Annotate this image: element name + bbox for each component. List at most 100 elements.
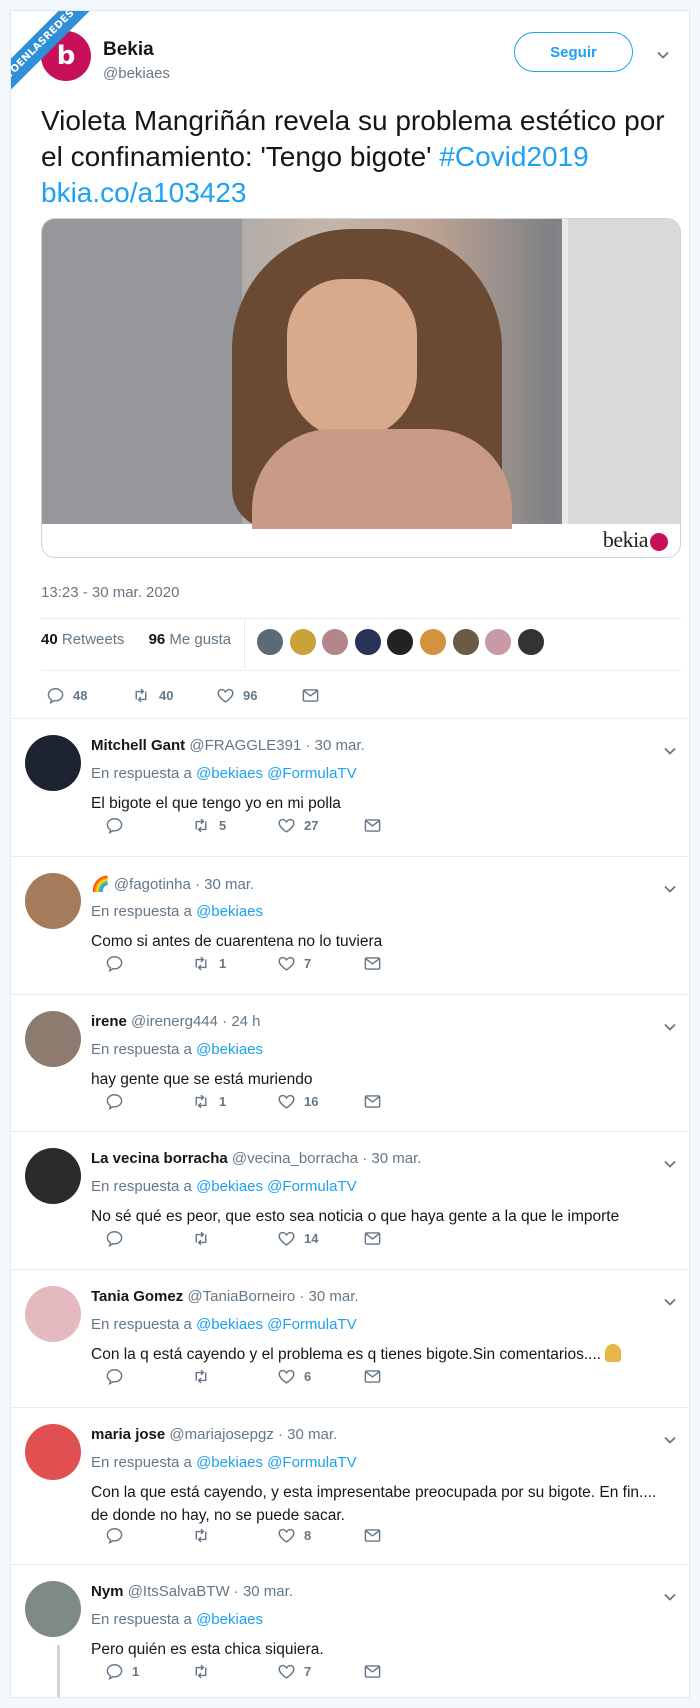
reply-tweet[interactable]: Mitchell Gant @FRAGGLE391 · 30 mar. En re…	[11, 718, 689, 856]
reply-avatar[interactable]	[25, 1424, 81, 1480]
message-button[interactable]	[363, 1662, 382, 1681]
reply-time[interactable]: · 30 mar.	[234, 1583, 293, 1600]
message-button[interactable]	[363, 816, 382, 835]
retweet-button[interactable]	[191, 1526, 277, 1545]
reply-handle[interactable]: @FRAGGLE391	[189, 737, 301, 754]
reply-time[interactable]: · 30 mar.	[299, 1288, 358, 1305]
likes-stat[interactable]: 96 Me gusta	[149, 631, 242, 648]
reply-name[interactable]: maria jose	[91, 1426, 165, 1443]
reply-time[interactable]: · 30 mar.	[278, 1426, 337, 1443]
reply-tweet[interactable]: maria jose @mariajosepgz · 30 mar. En res…	[11, 1407, 689, 1564]
reply-button[interactable]	[105, 1367, 191, 1386]
like-button[interactable]: 16	[277, 1092, 363, 1111]
message-button[interactable]	[363, 954, 382, 973]
chevron-down-icon[interactable]	[662, 743, 678, 759]
liker-avatar[interactable]	[516, 628, 545, 656]
chevron-down-icon[interactable]	[655, 47, 671, 63]
liker-avatar[interactable]	[353, 628, 382, 656]
retweet-button[interactable]: 1	[191, 954, 277, 973]
reply-button[interactable]	[105, 1526, 191, 1545]
message-button[interactable]	[363, 1092, 382, 1111]
tweet-timestamp[interactable]: 13:23 - 30 mar. 2020	[41, 584, 179, 601]
reply-avatar[interactable]	[25, 1011, 81, 1067]
like-button[interactable]: 14	[277, 1229, 363, 1248]
reply-time[interactable]: · 30 mar.	[362, 1150, 421, 1167]
retweet-button[interactable]	[191, 1662, 277, 1681]
reply-handle[interactable]: @fagotinha	[114, 876, 191, 893]
tweet-photo[interactable]	[42, 219, 680, 529]
reply-button[interactable]	[105, 1229, 191, 1248]
retweet-button[interactable]	[191, 1367, 277, 1386]
reply-time[interactable]: · 30 mar.	[305, 737, 364, 754]
reply-name[interactable]: Mitchell Gant	[91, 737, 185, 754]
reply-tweet[interactable]: La vecina borracha @vecina_borracha · 30…	[11, 1131, 689, 1269]
account-name[interactable]: Bekia	[103, 39, 154, 61]
reply-button[interactable]	[105, 1092, 191, 1111]
reply-button[interactable]: 1	[105, 1662, 191, 1681]
reply-to-mentions[interactable]: @bekiaes	[196, 903, 263, 920]
reply-handle[interactable]: @mariajosepgz	[169, 1426, 273, 1443]
message-button[interactable]	[363, 1229, 382, 1248]
reply-to-mentions[interactable]: @bekiaes	[196, 1611, 263, 1628]
message-button[interactable]	[363, 1367, 382, 1386]
reply-to-mentions[interactable]: @bekiaes @FormulaTV	[196, 765, 357, 782]
chevron-down-icon[interactable]	[662, 1019, 678, 1035]
liker-avatar[interactable]	[386, 628, 415, 656]
media-card[interactable]: bekia	[41, 218, 681, 558]
retweets-stat[interactable]: 40 Retweets	[41, 631, 134, 648]
reply-handle[interactable]: @vecina_borracha	[232, 1150, 358, 1167]
article-link[interactable]: bkia.co/a103423	[41, 177, 247, 208]
liker-avatar[interactable]	[418, 628, 447, 656]
reply-avatar[interactable]	[25, 1148, 81, 1204]
liker-avatar[interactable]	[256, 628, 284, 656]
reply-button[interactable]: 48	[46, 686, 131, 705]
retweet-button[interactable]: 1	[191, 1092, 277, 1111]
hashtag-link[interactable]: #Covid2019	[439, 141, 588, 172]
like-button[interactable]: 27	[277, 816, 363, 835]
chevron-down-icon[interactable]	[662, 881, 678, 897]
reply-to-mentions[interactable]: @bekiaes @FormulaTV	[196, 1178, 357, 1195]
liker-avatar[interactable]	[321, 628, 350, 656]
reply-tweet[interactable]: Tania Gomez @TaniaBorneiro · 30 mar. En r…	[11, 1269, 689, 1407]
like-button[interactable]: 6	[277, 1367, 363, 1386]
like-button[interactable]: 7	[277, 1662, 363, 1681]
like-button[interactable]: 96	[216, 686, 301, 705]
reply-handle[interactable]: @TaniaBorneiro	[187, 1288, 295, 1305]
reply-time[interactable]: · 24 h	[222, 1013, 260, 1030]
liker-avatar[interactable]	[451, 628, 480, 656]
chevron-down-icon[interactable]	[662, 1294, 678, 1310]
reply-avatar[interactable]	[25, 1581, 81, 1637]
chevron-down-icon[interactable]	[662, 1589, 678, 1605]
chevron-down-icon[interactable]	[662, 1156, 678, 1172]
reply-avatar[interactable]	[25, 1286, 81, 1342]
likers-avatars[interactable]	[256, 628, 549, 656]
reply-time[interactable]: · 30 mar.	[195, 876, 254, 893]
account-handle[interactable]: @bekiaes	[103, 65, 170, 82]
reply-name[interactable]: La vecina borracha	[91, 1150, 228, 1167]
reply-to-mentions[interactable]: @bekiaes @FormulaTV	[196, 1316, 357, 1333]
retweet-button[interactable]: 40	[131, 686, 216, 705]
reply-avatar[interactable]	[25, 873, 81, 929]
retweet-button[interactable]	[191, 1229, 277, 1248]
like-button[interactable]: 8	[277, 1526, 363, 1545]
like-button[interactable]: 7	[277, 954, 363, 973]
reply-name[interactable]: 🌈	[91, 876, 110, 893]
reply-button[interactable]	[105, 816, 191, 835]
liker-avatar[interactable]	[484, 628, 513, 656]
reply-name[interactable]: Tania Gomez	[91, 1288, 183, 1305]
reply-button[interactable]	[105, 954, 191, 973]
reply-to-mentions[interactable]: @bekiaes @FormulaTV	[196, 1454, 357, 1471]
message-button[interactable]	[363, 1526, 382, 1545]
liker-avatar[interactable]	[288, 628, 317, 656]
follow-button[interactable]: Seguir	[514, 32, 633, 72]
reply-name[interactable]: irene	[91, 1013, 127, 1030]
message-button[interactable]	[301, 686, 320, 705]
reply-to-mentions[interactable]: @bekiaes	[196, 1041, 263, 1058]
reply-tweet[interactable]: Nym @ItsSalvaBTW · 30 mar. En respuesta a…	[11, 1564, 689, 1697]
reply-handle[interactable]: @ItsSalvaBTW	[128, 1583, 230, 1600]
reply-handle[interactable]: @irenerg444	[131, 1013, 218, 1030]
reply-tweet[interactable]: irene @irenerg444 · 24 h En respuesta a @…	[11, 994, 689, 1131]
reply-avatar[interactable]	[25, 735, 81, 791]
chevron-down-icon[interactable]	[662, 1432, 678, 1448]
reply-tweet[interactable]: 🌈 @fagotinha · 30 mar. En respuesta a @be…	[11, 856, 689, 994]
